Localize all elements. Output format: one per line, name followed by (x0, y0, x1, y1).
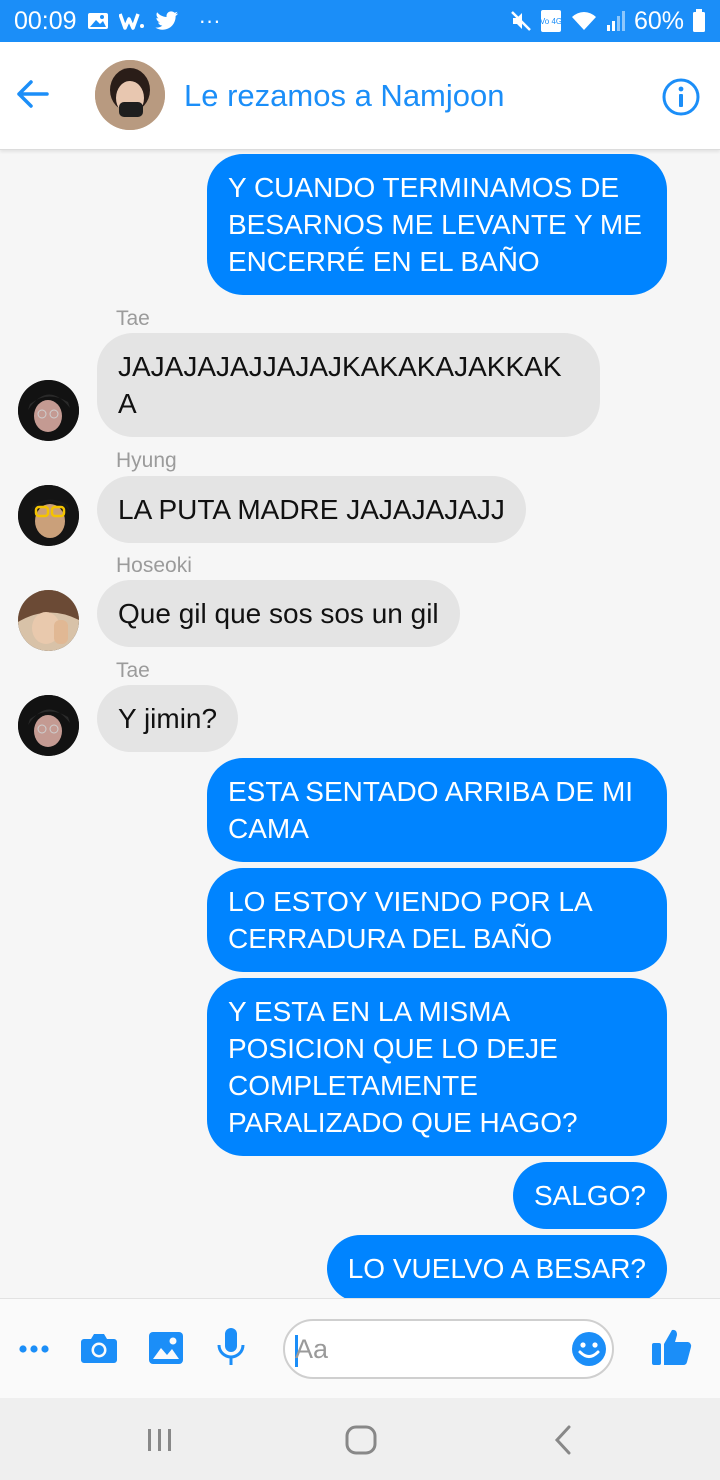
more-icon[interactable] (14, 1329, 54, 1369)
emoji-icon[interactable] (569, 1329, 609, 1369)
volte-4g-icon: Vo 4G (540, 9, 562, 33)
message-input-field[interactable] (295, 1329, 555, 1369)
status-more: ··· (198, 8, 221, 33)
message-input[interactable] (283, 1319, 614, 1379)
sender-avatar[interactable] (18, 695, 79, 756)
home-icon[interactable] (339, 1418, 383, 1462)
message-incoming[interactable]: Que gil que sos sos un gil (97, 580, 460, 647)
sender-name: Tae (116, 307, 150, 330)
sender-name: Hoseoki (116, 554, 192, 577)
message-incoming[interactable]: Y jimin? (97, 685, 239, 752)
message-outgoing[interactable]: Y ESTA EN LA MISMA POSICION QUE LO DEJE … (207, 978, 667, 1156)
back-icon[interactable] (541, 1418, 585, 1462)
group-avatar[interactable] (95, 60, 165, 130)
sender-avatar[interactable] (18, 485, 79, 546)
recent-apps-icon[interactable] (138, 1418, 182, 1462)
sender-name: Hyung (116, 449, 177, 472)
status-time: 00:09 (14, 6, 77, 35)
system-nav-bar (0, 1398, 720, 1480)
signal-icon (606, 10, 626, 32)
info-icon (662, 78, 700, 116)
camera-icon[interactable] (78, 1327, 120, 1369)
status-bar: 00:09 ··· Vo 4G 60% (0, 0, 720, 42)
sender-name: Tae (116, 659, 150, 682)
back-arrow-icon (17, 80, 49, 108)
message-outgoing[interactable]: SALGO? (512, 1162, 667, 1229)
conversation-header: Le rezamos a Namjoon (0, 42, 720, 150)
w-app-icon (118, 11, 145, 31)
wifi-icon (570, 10, 598, 32)
sender-avatar[interactable] (18, 380, 79, 441)
battery-percent: 60% (633, 6, 684, 35)
message-incoming[interactable]: JAJAJAJAJJAJAJKAKAKAJAKKAKA (97, 333, 600, 437)
image-icon (87, 11, 109, 31)
message-incoming[interactable]: LA PUTA MADRE JAJAJAJAJJ (97, 476, 526, 543)
info-button[interactable] (660, 76, 702, 118)
battery-icon (692, 9, 706, 33)
message-outgoing[interactable]: ESTA SENTADO ARRIBA DE MI CAMA (207, 758, 667, 862)
net-label: Vo 4G (540, 17, 562, 26)
thumbs-up-icon[interactable] (648, 1323, 696, 1371)
composer-bar (0, 1298, 720, 1398)
gallery-icon[interactable] (145, 1327, 187, 1369)
message-outgoing[interactable]: Y CUANDO TERMINAMOS DE BESARNOS ME LEVAN… (207, 154, 667, 295)
twitter-icon (154, 11, 179, 31)
microphone-icon[interactable] (210, 1325, 252, 1369)
sender-avatar[interactable] (18, 590, 79, 651)
mute-icon (510, 10, 532, 32)
message-outgoing[interactable]: LO ESTOY VIENDO POR LA CERRADURA DEL BAÑ… (207, 868, 667, 972)
message-outgoing[interactable]: LO VUELVO A BESAR? (326, 1235, 667, 1302)
back-button[interactable] (10, 72, 54, 116)
conversation-title[interactable]: Le rezamos a Namjoon (184, 78, 505, 114)
